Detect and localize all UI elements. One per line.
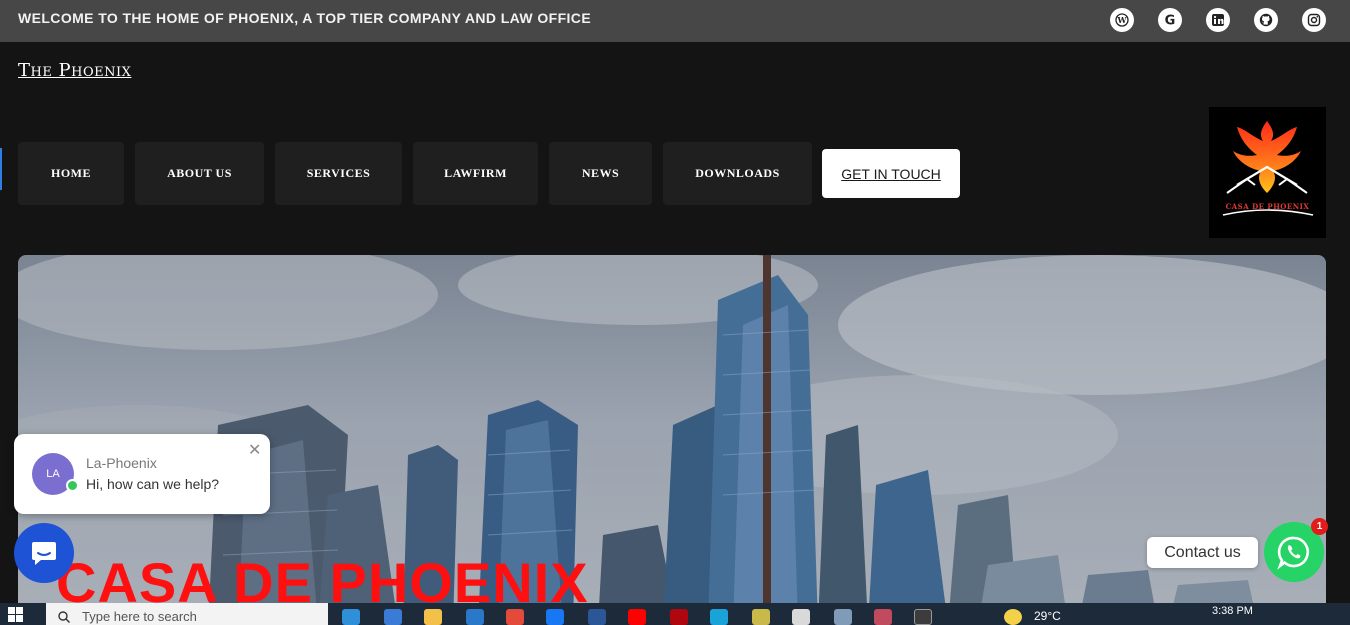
company-logo[interactable]: CASA DE PHOENIX: [1209, 107, 1326, 238]
youtube-icon[interactable]: [628, 609, 646, 625]
google-icon[interactable]: G: [1158, 8, 1182, 32]
taskbar-search-input[interactable]: Type here to search: [46, 603, 328, 625]
mail-icon[interactable]: [466, 609, 484, 625]
github-icon[interactable]: [1254, 8, 1278, 32]
chat-greeting-card[interactable]: LA La-Phoenix Hi, how can we help? ✕: [14, 434, 270, 514]
chat-agent-name: La-Phoenix: [86, 455, 157, 471]
wordpress-icon[interactable]: W: [1110, 8, 1134, 32]
contact-us-label[interactable]: Contact us: [1147, 537, 1258, 568]
facebook-icon[interactable]: [546, 609, 564, 625]
instagram-icon[interactable]: [1302, 8, 1326, 32]
logo-text: CASA DE PHOENIX: [1225, 202, 1310, 211]
app-icon[interactable]: [874, 609, 892, 625]
linkedin-icon[interactable]: [1206, 8, 1230, 32]
terminal-icon[interactable]: [914, 609, 932, 625]
chat-message: Hi, how can we help?: [86, 476, 220, 492]
kodi-icon[interactable]: [710, 609, 728, 625]
windows-start-icon[interactable]: [8, 607, 24, 623]
store-icon[interactable]: [384, 609, 402, 625]
nav-lawfirm[interactable]: LAWFIRM: [413, 142, 538, 205]
search-icon: [58, 611, 70, 623]
os-taskbar: Type here to search 29°C 3:38 PM: [0, 603, 1350, 625]
chrome-icon[interactable]: [506, 609, 524, 625]
pdf-icon[interactable]: [792, 609, 810, 625]
chat-bubble-icon: [32, 542, 56, 565]
welcome-text: WELCOME TO THE HOME OF PHOENIX, A TOP TI…: [18, 10, 592, 26]
svg-text:G: G: [1165, 14, 1176, 28]
notes-icon[interactable]: [752, 609, 770, 625]
notification-badge: 1: [1311, 518, 1328, 535]
nav-news[interactable]: NEWS: [549, 142, 652, 205]
virtualbox-icon[interactable]: [834, 609, 852, 625]
weather-temp: 29°C: [1034, 609, 1061, 623]
close-icon[interactable]: ✕: [248, 440, 261, 460]
word-icon[interactable]: [588, 609, 606, 625]
online-status-dot: [66, 479, 79, 492]
file-explorer-icon[interactable]: [424, 609, 442, 625]
weather-icon: [1004, 609, 1022, 625]
nav-services[interactable]: SERVICES: [275, 142, 402, 205]
netflix-icon[interactable]: [670, 609, 688, 625]
nav-home[interactable]: HOME: [18, 142, 124, 205]
focus-edge: [0, 148, 2, 190]
get-in-touch-button[interactable]: GET IN TOUCH: [822, 149, 960, 198]
top-bar: WELCOME TO THE HOME OF PHOENIX, A TOP TI…: [0, 0, 1350, 42]
svg-text:W: W: [1117, 15, 1128, 25]
page: WELCOME TO THE HOME OF PHOENIX, A TOP TI…: [0, 0, 1350, 625]
nav-about-us[interactable]: ABOUT US: [135, 142, 264, 205]
site-title[interactable]: The Phoenix: [18, 60, 131, 81]
clock-time[interactable]: 3:38 PM: [1212, 605, 1253, 617]
whatsapp-icon: [1277, 536, 1310, 570]
phoenix-logo-graphic: [1222, 121, 1314, 216]
search-placeholder: Type here to search: [82, 609, 197, 624]
chat-launcher-button[interactable]: [14, 523, 74, 583]
edge-icon[interactable]: [342, 609, 360, 625]
nav-downloads[interactable]: DOWNLOADS: [663, 142, 812, 205]
